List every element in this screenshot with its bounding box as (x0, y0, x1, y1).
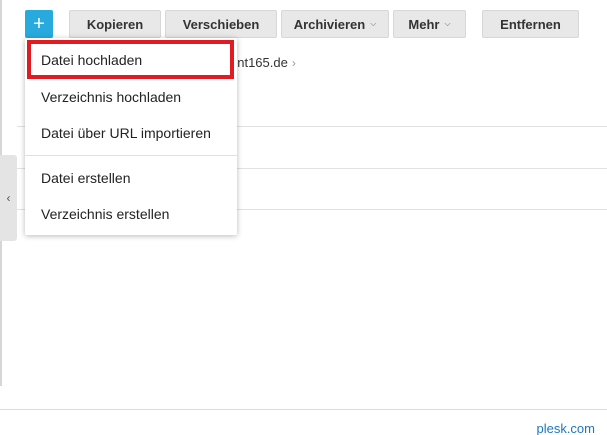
menu-item-create-file[interactable]: Datei erstellen (25, 161, 237, 195)
menu-item-create-directory[interactable]: Verzeichnis erstellen (25, 197, 237, 231)
add-button[interactable]: + (25, 10, 53, 38)
move-button-label: Verschieben (182, 16, 260, 32)
menu-item-label: Datei hochladen (41, 51, 143, 68)
archive-button[interactable]: Archivieren ⌵ (281, 10, 389, 38)
menu-item-import-from-url[interactable]: Datei über URL importieren (25, 116, 237, 150)
archive-button-label: Archivieren (293, 16, 366, 32)
menu-item-upload-directory[interactable]: Verzeichnis hochladen (25, 80, 237, 114)
menu-separator (25, 155, 237, 156)
chevron-left-icon: ‹ (6, 191, 11, 205)
menu-item-label: Datei erstellen (41, 170, 131, 186)
file-manager-window: ‹ + Kopieren Verschieben Archivieren ⌵ M… (0, 0, 607, 435)
copy-button[interactable]: Kopieren (69, 10, 161, 38)
breadcrumb: unt165.de › (230, 55, 296, 70)
chevron-down-icon: ⌵ (370, 19, 377, 28)
chevron-down-icon: ⌵ (444, 19, 451, 28)
footer-divider (0, 409, 607, 410)
add-dropdown-menu: Datei hochladen Verzeichnis hochladen Da… (25, 38, 237, 235)
move-button[interactable]: Verschieben (165, 10, 277, 38)
breadcrumb-domain[interactable]: unt165.de (230, 55, 288, 70)
menu-item-label: Verzeichnis hochladen (41, 89, 182, 105)
remove-button[interactable]: Entfernen (482, 10, 579, 38)
plus-icon: + (33, 13, 45, 35)
breadcrumb-separator: › (291, 55, 296, 70)
copy-button-label: Kopieren (86, 16, 144, 32)
remove-button-label: Entfernen (500, 16, 561, 32)
plesk-link[interactable]: plesk.com (536, 421, 595, 435)
more-button[interactable]: Mehr ⌵ (393, 10, 466, 38)
menu-item-label: Verzeichnis erstellen (41, 206, 170, 222)
sidebar-collapse-handle[interactable]: ‹ (0, 155, 17, 241)
more-button-label: Mehr (408, 16, 440, 32)
menu-item-upload-file[interactable]: Datei hochladen (27, 40, 234, 79)
menu-item-label: Datei über URL importieren (41, 125, 211, 141)
